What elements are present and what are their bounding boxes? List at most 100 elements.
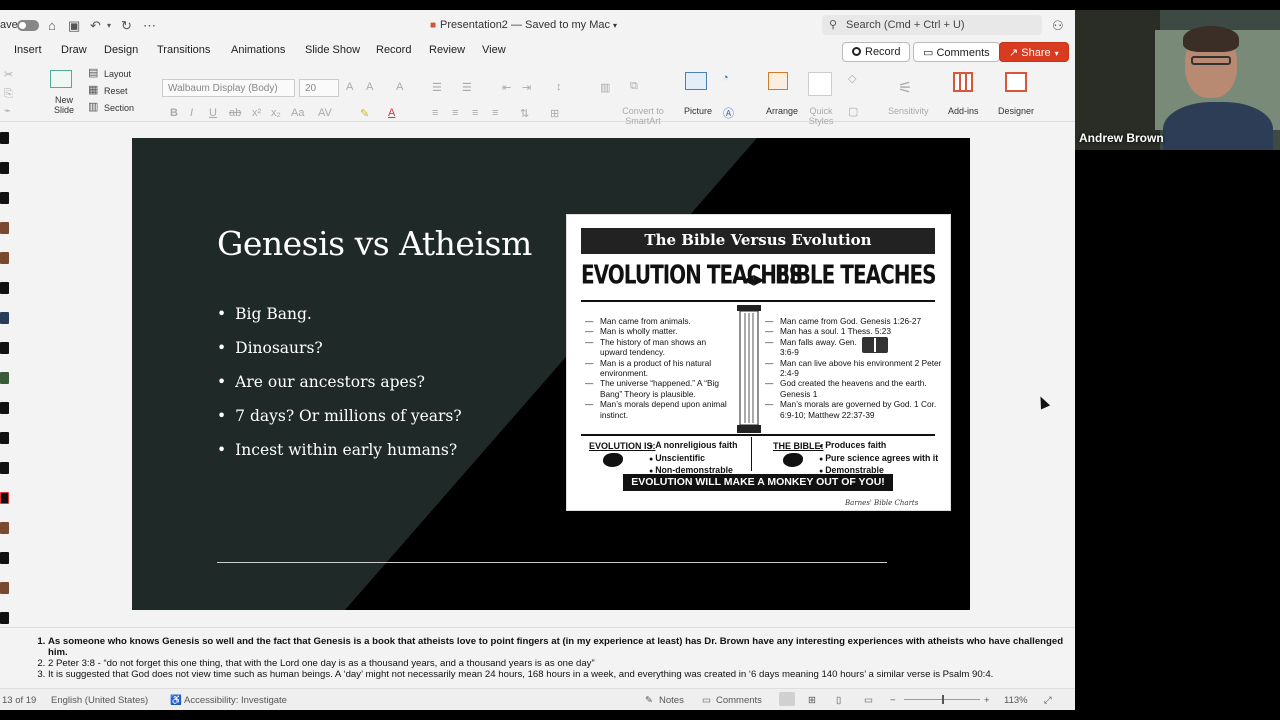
- slide-canvas[interactable]: Genesis vs Atheism Big Bang. Dinosaurs? …: [132, 138, 970, 610]
- increase-indent-icon[interactable]: ⇥: [522, 81, 531, 94]
- more-icon[interactable]: ⋯: [143, 18, 156, 34]
- align-center-icon[interactable]: ≡: [452, 107, 458, 119]
- change-case-icon[interactable]: Aa: [291, 107, 304, 119]
- font-name-select[interactable]: Walbaum Display (Body): [162, 79, 295, 97]
- save-icon[interactable]: ▣: [68, 18, 80, 34]
- underline-icon[interactable]: U: [209, 107, 217, 119]
- decrease-font-icon[interactable]: A: [366, 81, 373, 93]
- zoom-level[interactable]: 113%: [1004, 695, 1028, 706]
- slide-thumbnail[interactable]: [0, 162, 9, 174]
- add-ins-button[interactable]: Add-ins: [948, 106, 979, 116]
- undo-dropdown-icon[interactable]: ▾: [107, 21, 111, 30]
- italic-icon[interactable]: I: [190, 107, 193, 119]
- tab-review[interactable]: Review: [429, 44, 465, 56]
- sensitivity-button[interactable]: Sensitivity: [888, 106, 929, 116]
- slide-thumbnail[interactable]: [0, 522, 9, 534]
- slide-thumbnail[interactable]: [0, 462, 9, 474]
- copy-icon[interactable]: ⎘: [4, 88, 13, 101]
- bold-icon[interactable]: B: [170, 107, 178, 119]
- language-status[interactable]: English (United States): [51, 695, 148, 706]
- clipboard-icon[interactable]: ✂: [4, 68, 13, 81]
- bullets-icon[interactable]: ☰: [432, 81, 442, 94]
- tab-insert[interactable]: Insert: [14, 44, 42, 56]
- slide-thumbnail[interactable]: [0, 312, 9, 324]
- slide-sorter-icon[interactable]: ⊞: [808, 695, 816, 706]
- notes-button[interactable]: Notes: [659, 695, 684, 706]
- accessibility-status[interactable]: Accessibility: Investigate: [184, 695, 287, 706]
- slide-thumbnail[interactable]: [0, 192, 9, 204]
- arrange-button[interactable]: Arrange: [766, 106, 798, 116]
- shapes-icon[interactable]: ◔: [722, 72, 729, 84]
- align-right-icon[interactable]: ≡: [472, 107, 478, 119]
- strikethrough-icon[interactable]: ab: [229, 107, 241, 119]
- align-text-icon[interactable]: ⊞: [550, 107, 559, 120]
- share-button[interactable]: ↗ Share ▾: [999, 42, 1069, 62]
- slide-thumbnail[interactable]: [0, 402, 9, 414]
- document-title[interactable]: ■ Presentation2 — Saved to my Mac ▾: [430, 19, 617, 31]
- char-spacing-icon[interactable]: AV: [318, 107, 332, 119]
- slideshow-icon[interactable]: ▭: [864, 695, 873, 706]
- picture-button[interactable]: Picture: [684, 106, 712, 116]
- tab-animations[interactable]: Animations: [231, 44, 285, 56]
- slide-thumbnail[interactable]: [0, 282, 9, 294]
- slide-thumbnail[interactable]: [0, 372, 9, 384]
- comments-status-button[interactable]: Comments: [716, 695, 762, 706]
- shape-fill-icon[interactable]: ◇: [848, 72, 856, 85]
- zoom-out-icon[interactable]: −: [890, 695, 896, 706]
- increase-font-icon[interactable]: A: [346, 81, 353, 93]
- bible-vs-evolution-image[interactable]: The Bible Versus Evolution EVOLUTION TEA…: [566, 214, 951, 511]
- tab-transitions[interactable]: Transitions: [157, 44, 210, 56]
- designer-button[interactable]: Designer: [998, 106, 1034, 116]
- numbering-icon[interactable]: ☰: [462, 81, 472, 94]
- slide-title[interactable]: Genesis vs Atheism: [217, 224, 532, 263]
- decrease-indent-icon[interactable]: ⇤: [502, 81, 511, 94]
- autosave-toggle[interactable]: [17, 20, 39, 31]
- tab-design[interactable]: Design: [104, 44, 138, 56]
- tab-record[interactable]: Record: [376, 44, 411, 56]
- normal-view-icon[interactable]: [779, 692, 795, 706]
- layout-button[interactable]: Layout: [104, 69, 131, 79]
- convert-smartart-button[interactable]: Convert to SmartArt: [620, 106, 666, 126]
- search-input[interactable]: ⚲ Search (Cmd + Ctrl + U): [822, 15, 1042, 35]
- subscript-icon[interactable]: x₂: [271, 107, 281, 119]
- clear-format-icon[interactable]: A: [396, 81, 403, 93]
- fit-to-window-icon[interactable]: ⤢: [1044, 695, 1052, 706]
- textbox-icon[interactable]: Ⓐ: [723, 105, 734, 121]
- slide-thumbnail[interactable]: [0, 432, 9, 444]
- slide-thumbnail[interactable]: [0, 342, 9, 354]
- bullet-list[interactable]: Big Bang. Dinosaurs? Are our ancestors a…: [217, 305, 462, 475]
- columns-icon[interactable]: ▥: [600, 81, 610, 94]
- tab-view[interactable]: View: [482, 44, 506, 56]
- tab-draw[interactable]: Draw: [61, 44, 87, 56]
- line-spacing-icon[interactable]: ↕: [556, 81, 562, 93]
- zoom-slider-thumb[interactable]: [942, 695, 944, 704]
- slide-thumbnail[interactable]: [0, 582, 9, 594]
- new-slide-icon[interactable]: [50, 70, 72, 88]
- collaborate-icon[interactable]: ⚇: [1052, 18, 1064, 34]
- highlight-icon[interactable]: ✎: [360, 107, 369, 120]
- section-button[interactable]: Section: [104, 103, 134, 113]
- reading-view-icon[interactable]: ▯: [836, 695, 841, 706]
- slide-thumbnail[interactable]: [0, 222, 9, 234]
- format-painter-icon[interactable]: ⌁: [4, 104, 11, 117]
- new-slide-button[interactable]: New Slide: [50, 95, 78, 115]
- speaker-notes[interactable]: As someone who knows Genesis so well and…: [0, 627, 1075, 687]
- undo-icon[interactable]: ↶: [90, 18, 101, 34]
- font-size-select[interactable]: 20: [299, 79, 339, 97]
- font-color-icon[interactable]: A: [388, 107, 395, 119]
- reset-button[interactable]: Reset: [104, 86, 128, 96]
- quick-styles-button[interactable]: Quick Styles: [806, 106, 836, 126]
- superscript-icon[interactable]: x²: [252, 107, 261, 119]
- slide-thumbnail[interactable]: [0, 132, 9, 144]
- comments-button[interactable]: ▭ Comments: [913, 42, 1000, 62]
- slide-thumbnail[interactable]: [0, 552, 9, 564]
- align-left-icon[interactable]: ≡: [432, 107, 438, 119]
- record-button[interactable]: Record: [842, 42, 911, 62]
- tab-slide-show[interactable]: Slide Show: [305, 44, 360, 56]
- text-direction-icon[interactable]: ⇅: [520, 107, 529, 120]
- slide-thumbnail[interactable]: [0, 252, 9, 264]
- justify-icon[interactable]: ≡: [492, 107, 498, 119]
- redo-icon[interactable]: ↻: [121, 18, 132, 34]
- zoom-in-icon[interactable]: +: [984, 695, 990, 706]
- slide-thumbnail-selected[interactable]: [0, 492, 9, 504]
